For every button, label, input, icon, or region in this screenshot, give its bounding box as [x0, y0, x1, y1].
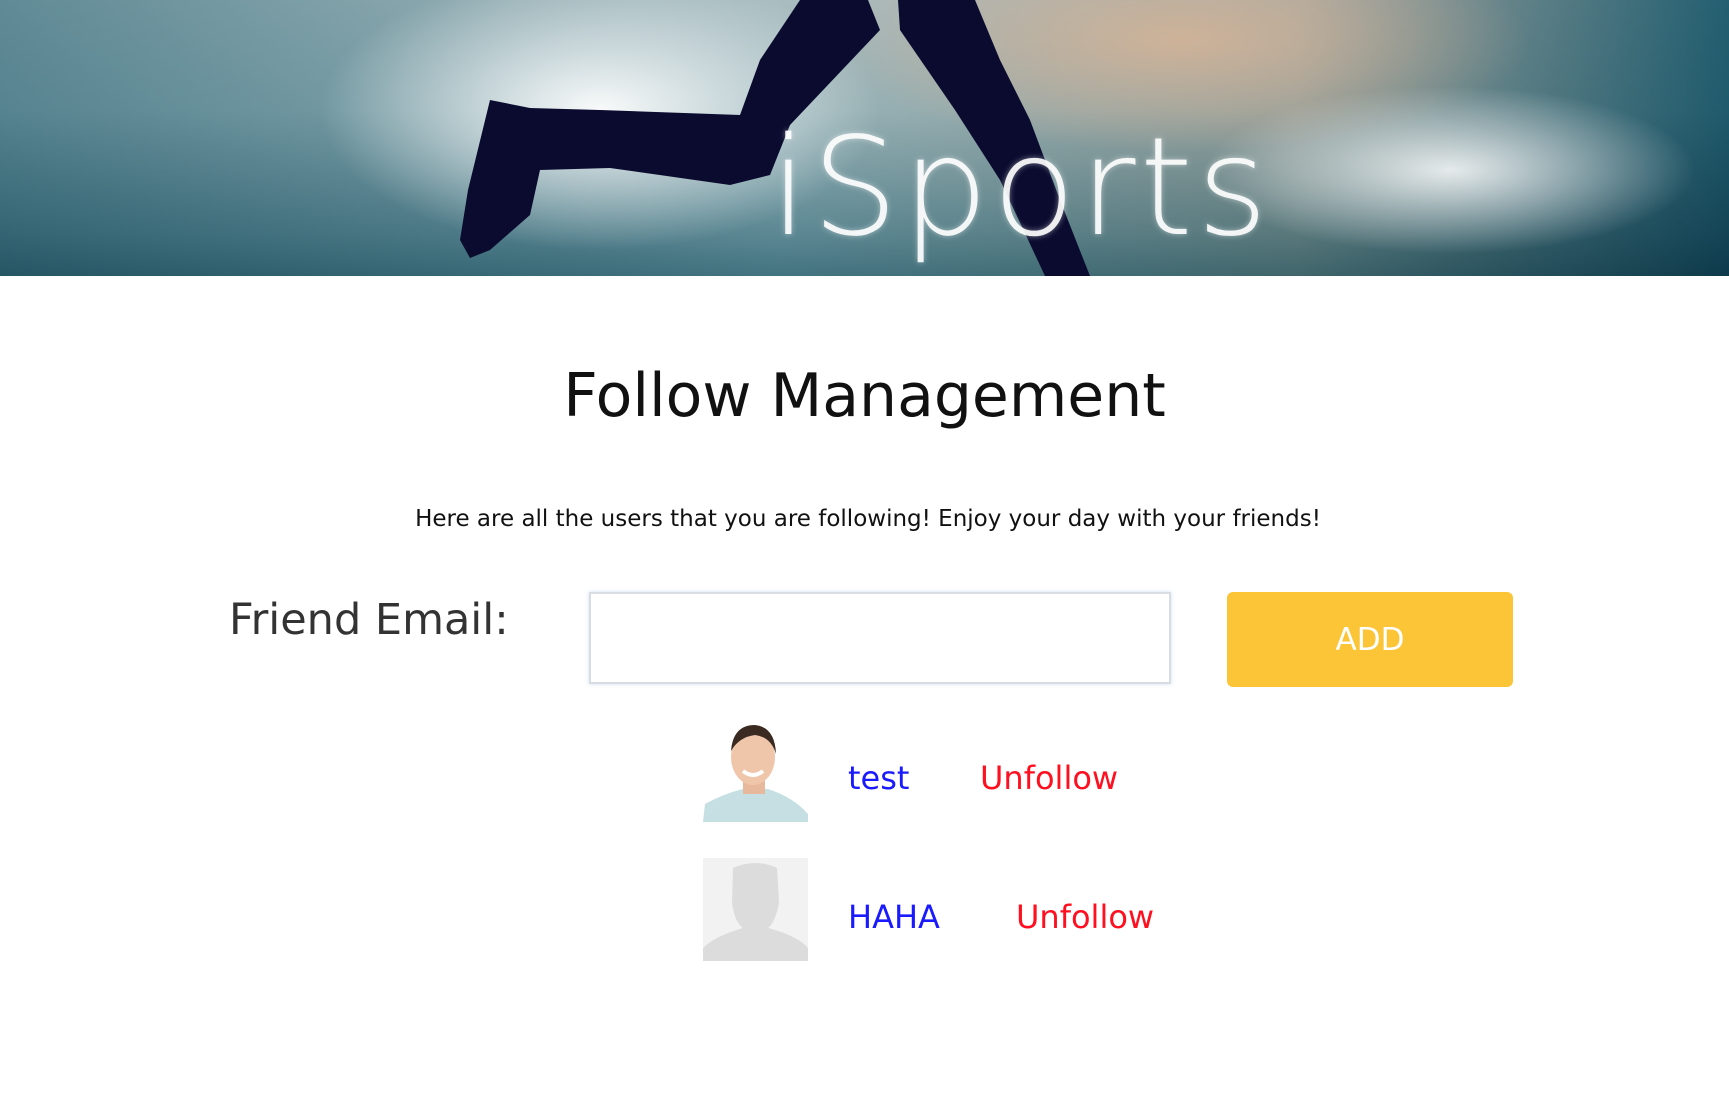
- default-avatar-icon: [703, 858, 808, 961]
- user-name-link[interactable]: HAHA: [848, 898, 940, 936]
- friend-email-label: Friend Email:: [229, 595, 509, 645]
- unfollow-button[interactable]: Unfollow: [980, 759, 1118, 797]
- user-avatar: [703, 719, 808, 822]
- header-banner: iSports: [0, 0, 1729, 276]
- add-friend-button[interactable]: ADD: [1227, 592, 1513, 687]
- page-subtitle: Here are all the users that you are foll…: [415, 506, 1321, 532]
- friend-email-input[interactable]: [589, 592, 1171, 684]
- unfollow-button[interactable]: Unfollow: [1016, 898, 1154, 936]
- user-name-link[interactable]: test: [848, 759, 909, 797]
- page-title: Follow Management: [563, 361, 1166, 431]
- isports-logo: iSports: [770, 109, 1272, 267]
